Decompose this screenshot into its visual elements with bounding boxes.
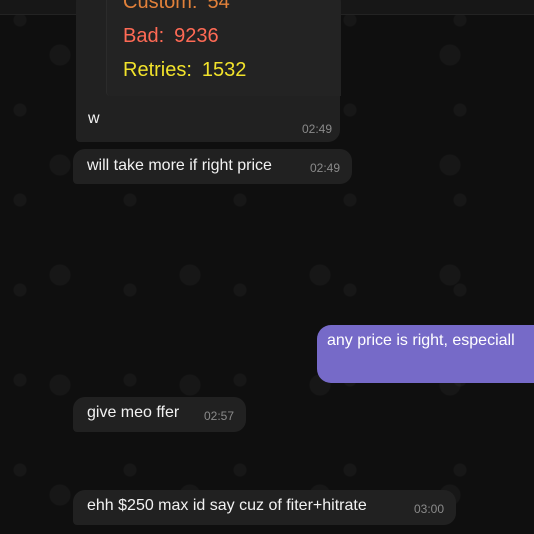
outgoing-message[interactable]: any price is right, especiall <box>317 325 534 383</box>
stats-message-caption: w <box>88 110 100 127</box>
message-time: 02:49 <box>301 122 332 136</box>
message-text: give meo ffer <box>87 404 180 421</box>
message-time: 02:49 <box>309 161 340 175</box>
stat-retries-label: Retries: <box>123 59 192 81</box>
message-text: ehh $250 max id say cuz of fiter+hitrate <box>87 497 367 514</box>
message-text: any price is right, especiall <box>327 332 515 349</box>
stat-bad-value: 9236 <box>174 25 219 47</box>
stat-custom-value: 54 <box>207 0 230 13</box>
message-time: 02:57 <box>203 409 234 423</box>
stat-custom: Custom: 54 <box>123 0 230 14</box>
stat-bad-label: Bad: <box>123 25 165 47</box>
chat-view: Custom: 54 Bad: 9236 Retries: 1532 w 02:49 … <box>0 0 534 534</box>
message-time: 03:00 <box>413 502 444 516</box>
stats-message[interactable]: Custom: 54 Bad: 9236 Retries: 1532 w 02:49 <box>76 0 341 142</box>
stats-quote: Custom: 54 Bad: 9236 Retries: 1532 <box>106 0 341 96</box>
stat-custom-label: Custom: <box>123 0 198 13</box>
stat-retries-value: 1532 <box>201 59 247 81</box>
incoming-message[interactable]: give meo ffer 02:57 <box>73 397 246 432</box>
stat-retries: Retries: 1532 <box>123 58 246 82</box>
message-text: will take more if right price <box>87 157 272 174</box>
incoming-message[interactable]: will take more if right price 02:49 <box>73 149 352 184</box>
stat-bad: Bad: 9236 <box>123 24 219 48</box>
incoming-message[interactable]: ehh $250 max id say cuz of fiter+hitrate… <box>73 490 456 525</box>
